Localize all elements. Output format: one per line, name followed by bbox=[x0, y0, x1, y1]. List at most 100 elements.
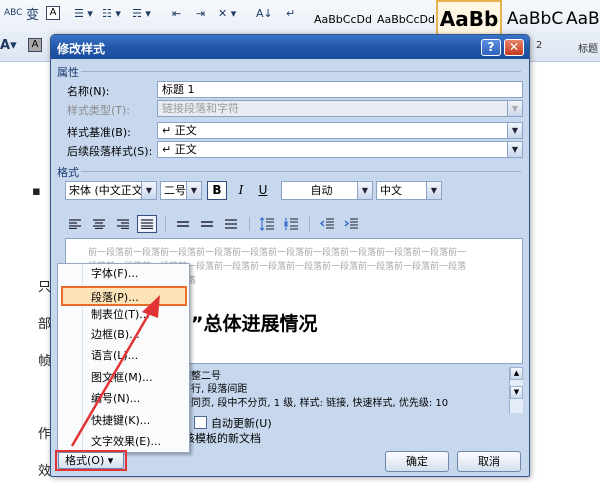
numbered-list-icon[interactable]: ☷ ▾ bbox=[102, 4, 121, 22]
underline-button[interactable]: U bbox=[253, 181, 273, 200]
color-select[interactable]: 自动 ▼ bbox=[281, 181, 373, 200]
font-select[interactable]: 宋体 (中文正文) ▼ bbox=[65, 181, 157, 200]
char-shading-button[interactable]: A bbox=[28, 38, 42, 52]
auto-update-checkbox[interactable] bbox=[194, 416, 207, 429]
chevron-down-icon[interactable]: ▼ bbox=[507, 123, 522, 138]
menu-item-shortcut-key[interactable]: 快捷键(K)... bbox=[58, 411, 189, 431]
scroll-down-icon[interactable]: ▼ bbox=[510, 386, 523, 399]
decrease-paragraph-spacing-button[interactable] bbox=[281, 215, 301, 233]
style-tile-label: AaBb bbox=[566, 9, 600, 29]
ok-button[interactable]: 确定 bbox=[385, 451, 449, 472]
style-tile-heading-2[interactable]: AaBbC bbox=[502, 0, 568, 38]
chevron-down-icon[interactable]: ▼ bbox=[507, 142, 522, 157]
following-style-value: ↵ 正文 bbox=[162, 143, 197, 156]
preview-heading-text: 增”总体进展情况 bbox=[172, 313, 318, 335]
size-select[interactable]: 二号 ▼ bbox=[160, 181, 202, 200]
bold-label: B bbox=[212, 183, 222, 197]
bold-button[interactable]: B bbox=[207, 181, 227, 200]
help-icon: ? bbox=[487, 40, 495, 54]
menu-item-border[interactable]: 边框(B)... bbox=[58, 325, 189, 345]
italic-button[interactable]: I bbox=[231, 181, 251, 200]
decrease-indent-button[interactable] bbox=[317, 215, 337, 233]
line-spacing-single-icon bbox=[177, 221, 189, 227]
style-type-value: 链接段落和字符 bbox=[162, 102, 239, 115]
double-spacing-button[interactable] bbox=[221, 215, 241, 233]
menu-item-frame[interactable]: 图文框(M)... bbox=[58, 368, 189, 388]
toolbar-separator bbox=[309, 217, 310, 231]
align-left-button[interactable] bbox=[65, 215, 85, 233]
sort-icon[interactable]: A↓ bbox=[256, 4, 273, 22]
description-line: 字行, 段落间距 bbox=[181, 384, 248, 395]
style-tile-label: AaBbC bbox=[506, 9, 564, 29]
language-select[interactable]: 中文 ▼ bbox=[376, 181, 442, 200]
based-on-label: 样式基准(B): bbox=[67, 126, 131, 139]
style-tile-no-spacing[interactable]: AaBbCcDd bbox=[373, 0, 439, 38]
name-value: 标题 1 bbox=[162, 83, 195, 96]
name-label: 名称(N): bbox=[67, 85, 110, 98]
style-type-label: 样式类型(T): bbox=[67, 104, 131, 117]
description-line: 段同页, 段中不分页, 1 级, 样式: 链接, 快速样式, 优先级: 10 bbox=[181, 398, 449, 409]
chevron-down-icon[interactable]: ▼ bbox=[426, 182, 441, 199]
chevron-down-icon[interactable]: ▼ bbox=[186, 182, 201, 199]
underline-label: U bbox=[258, 183, 268, 197]
align-center-button[interactable] bbox=[89, 215, 109, 233]
align-left-icon bbox=[69, 219, 81, 229]
single-spacing-button[interactable] bbox=[173, 215, 193, 233]
close-button[interactable]: ✕ bbox=[504, 39, 524, 56]
style-tile-heading-1[interactable]: AaBb bbox=[436, 0, 502, 38]
color-value: 自动 bbox=[310, 184, 333, 197]
spacing-decrease-icon bbox=[284, 218, 298, 230]
menu-item-font[interactable]: 字体(F)... bbox=[58, 264, 189, 284]
text-effect-button[interactable]: A ▾ bbox=[0, 36, 17, 54]
toolbar-separator bbox=[249, 217, 250, 231]
justify-button[interactable] bbox=[137, 215, 157, 233]
scroll-up-icon[interactable]: ▲ bbox=[510, 367, 523, 380]
description-scrollbar[interactable]: ▲ ▼ bbox=[509, 367, 523, 413]
menu-item-tabs[interactable]: 制表位(T)... bbox=[58, 305, 189, 325]
auto-update-label: 自动更新(U) bbox=[211, 417, 272, 430]
chevron-down-icon[interactable]: ▼ bbox=[141, 182, 156, 199]
style-tile-label: AaBb bbox=[439, 7, 499, 31]
chevron-down-icon[interactable]: ▼ bbox=[357, 182, 372, 199]
increase-indent-icon bbox=[344, 218, 358, 229]
bullets-list-icon[interactable]: ☰ ▾ bbox=[74, 4, 93, 22]
decrease-indent-icon[interactable]: ⇤ bbox=[172, 4, 181, 22]
following-style-select[interactable]: ↵ 正文 ▼ bbox=[157, 141, 523, 158]
char-border-button[interactable]: A bbox=[46, 6, 60, 20]
change-case-button[interactable]: 变 bbox=[26, 4, 40, 23]
based-on-select[interactable]: ↵ 正文 ▼ bbox=[157, 122, 523, 139]
template-option-label: 该模板的新文档 bbox=[184, 432, 261, 445]
increase-paragraph-spacing-button[interactable] bbox=[257, 215, 277, 233]
italic-label: I bbox=[238, 183, 244, 197]
menu-item-language[interactable]: 语言(L)... bbox=[58, 346, 189, 366]
multilevel-list-icon[interactable]: ☴ ▾ bbox=[132, 4, 151, 22]
change-case-label: 变 bbox=[26, 7, 40, 23]
chevron-down-icon: ▼ bbox=[507, 101, 522, 116]
spacing-increase-icon bbox=[260, 217, 274, 231]
line-spacing-half-icon bbox=[201, 221, 213, 227]
name-input[interactable]: 标题 1 bbox=[157, 81, 523, 98]
menu-item-paragraph[interactable]: 段落(P)... bbox=[61, 286, 187, 306]
show-marks-icon[interactable]: ↵ bbox=[286, 4, 295, 22]
properties-section-label: 属性 bbox=[57, 66, 79, 79]
abc-spelling-icon[interactable]: ABC bbox=[4, 4, 22, 22]
one-half-spacing-button[interactable] bbox=[197, 215, 217, 233]
menu-item-numbering[interactable]: 编号(N)... bbox=[58, 389, 189, 409]
increase-indent-icon[interactable]: ⇥ bbox=[196, 4, 205, 22]
help-button[interactable]: ? bbox=[481, 39, 501, 56]
menu-item-text-effects[interactable]: 文字效果(E)... bbox=[58, 432, 189, 452]
cancel-button[interactable]: 取消 bbox=[457, 451, 521, 472]
format-menu: 字体(F)... 段落(P)... 制表位(T)... 边框(B)... 语言(… bbox=[57, 263, 190, 453]
style-tile-normal[interactable]: AaBbCcDd bbox=[310, 0, 376, 38]
style-tile-title[interactable]: AaBb bbox=[566, 0, 600, 38]
chinese-layout-icon[interactable]: ✕ ▾ bbox=[218, 4, 236, 22]
style-tile-label: AaBbCcDd bbox=[314, 12, 372, 26]
doc-bullet: ▪ bbox=[32, 184, 41, 199]
section-divider bbox=[81, 71, 521, 72]
format-section-label: 格式 bbox=[57, 166, 79, 179]
dialog-title: 修改样式 bbox=[57, 42, 106, 56]
dialog-titlebar[interactable]: 修改样式 ? ✕ bbox=[51, 35, 529, 59]
language-value: 中文 bbox=[380, 184, 402, 197]
align-right-button[interactable] bbox=[113, 215, 133, 233]
increase-indent-button[interactable] bbox=[341, 215, 361, 233]
